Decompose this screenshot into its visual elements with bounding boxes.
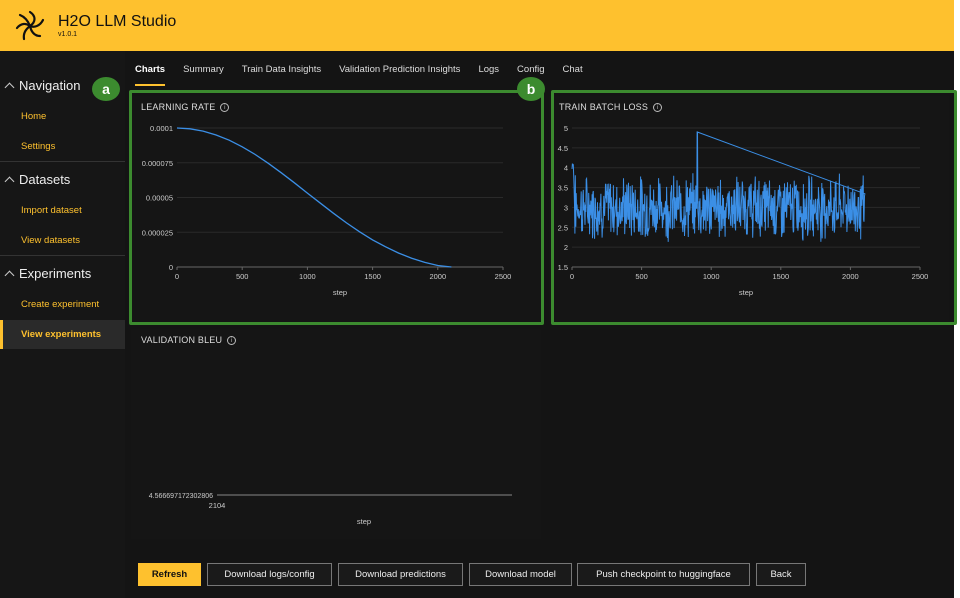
footer-toolbar: Refresh Download logs/config Download pr… [125, 552, 954, 598]
sidebar-item-view-datasets[interactable]: View datasets [0, 226, 125, 256]
back-button[interactable]: Back [756, 563, 806, 586]
sidebar-item-view-experiments[interactable]: View experiments [0, 319, 125, 349]
tab-train-data-insights[interactable]: Train Data Insights [242, 64, 321, 86]
app-title: H2O LLM Studio [58, 12, 177, 30]
marker-b: b [517, 77, 545, 101]
download-logs-button[interactable]: Download logs/config [207, 563, 332, 586]
highlight-box-b [551, 90, 957, 325]
sidebar-item-home[interactable]: Home [0, 102, 125, 132]
x-tick-label: 2104 [209, 501, 226, 510]
sidebar-item-import-dataset[interactable]: Import dataset [0, 196, 125, 226]
highlight-box-a [129, 90, 544, 325]
nav-group-experiments[interactable]: Experiments [0, 256, 125, 290]
nav-group-label: Datasets [19, 171, 71, 187]
sidebar-item-create-experiment[interactable]: Create experiment [0, 290, 125, 320]
tab-charts[interactable]: Charts [135, 64, 166, 86]
refresh-button[interactable]: Refresh [138, 563, 201, 586]
x-axis-label: step [357, 517, 371, 526]
download-predictions-button[interactable]: Download predictions [338, 563, 463, 586]
validation-bleu-card: VALIDATION BLEU i 4.566697172302806 2104st… [131, 329, 541, 539]
chevron-up-icon [4, 82, 15, 92]
title-block: H2O LLM Studio v1.0.1 [58, 13, 176, 39]
nav-group-datasets[interactable]: Datasets [0, 162, 125, 196]
push-checkpoint-button[interactable]: Push checkpoint to huggingface [577, 563, 750, 586]
nav-group-label: Experiments [19, 265, 92, 281]
header-bar: H2O LLM Studio v1.0.1 [0, 0, 954, 51]
validation-bleu-chart: 4.5666971723028062104 step [149, 493, 512, 526]
tab-validation-prediction-insights[interactable]: Validation Prediction Insights [339, 64, 460, 86]
app-window: H2O LLM Studio v1.0.1 Navigation Home Se… [0, 0, 960, 598]
nav-group-label: Navigation [19, 77, 81, 93]
chevron-up-icon [4, 176, 15, 186]
chevron-up-icon [4, 270, 15, 280]
tab-chat[interactable]: Chat [563, 64, 583, 86]
sidebar: Navigation Home Settings Datasets Import… [0, 51, 125, 598]
tab-summary[interactable]: Summary [183, 64, 224, 86]
app-version: v1.0.1 [58, 30, 78, 38]
tab-logs[interactable]: Logs [478, 64, 499, 86]
sidebar-item-settings[interactable]: Settings [0, 132, 125, 162]
marker-a: a [92, 77, 120, 101]
y-tick-label: 4.566697172302806 [149, 493, 213, 500]
h2o-logo-icon [15, 10, 45, 40]
download-model-button[interactable]: Download model [469, 563, 572, 586]
